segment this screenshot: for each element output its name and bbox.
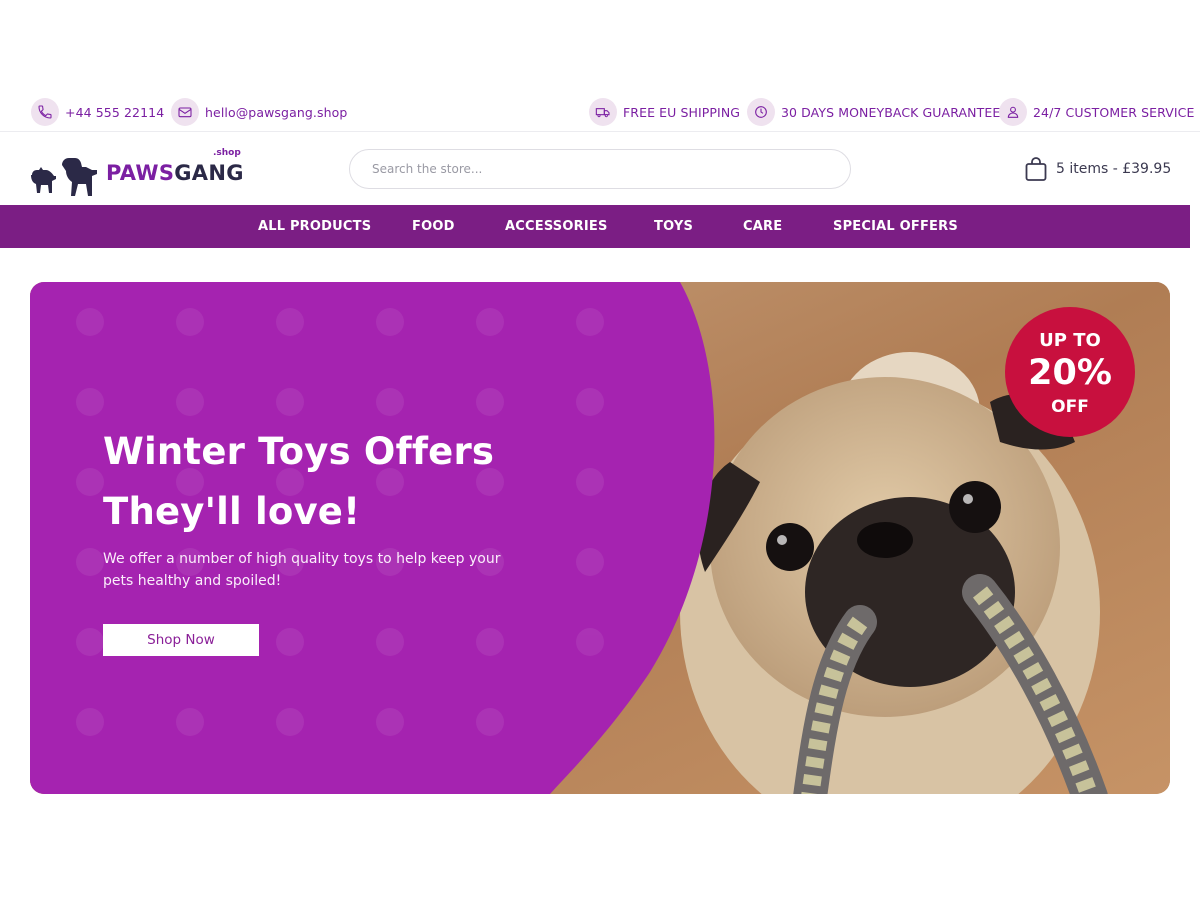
cart-button[interactable]: 5 items - £39.95 xyxy=(1024,155,1171,183)
nav-all-products[interactable]: ALL PRODUCTS xyxy=(258,205,371,248)
logo-wordmark: PAWSGANG xyxy=(106,161,244,185)
email-address: hello@pawsgang.shop xyxy=(205,104,348,120)
person-icon xyxy=(999,98,1027,126)
main-nav: ALL PRODUCTS FOOD ACCESSORIES TOYS CARE … xyxy=(0,205,1190,248)
top-info-bar: +44 555 22114 hello@pawsgang.shop FREE E… xyxy=(0,92,1200,132)
service-text: 24/7 CUSTOMER SERVICE xyxy=(1033,104,1195,120)
service-info: 24/7 CUSTOMER SERVICE xyxy=(999,97,1194,127)
badge-up-to: UP TO xyxy=(1039,330,1101,351)
guarantee-info: 30 DAYS MONEYBACK GUARANTEE xyxy=(747,97,1000,127)
logo-gang: GANG xyxy=(174,161,244,185)
shop-now-button[interactable]: Shop Now xyxy=(103,624,259,656)
logo-paws: PAWS xyxy=(106,161,175,185)
discount-badge: UP TO 20% OFF xyxy=(1005,307,1135,437)
badge-off: OFF xyxy=(1051,397,1089,417)
cart-summary: 5 items - £39.95 xyxy=(1056,161,1172,177)
hero-description: We offer a number of high quality toys t… xyxy=(103,551,501,589)
truck-icon xyxy=(589,98,617,126)
pawsgang-logo[interactable]: PAWSGANG .shop xyxy=(28,143,248,196)
badge-percent: 20% xyxy=(1028,353,1112,393)
search-input[interactable] xyxy=(349,149,851,189)
hero-title: Winter Toys Offers They'll love! xyxy=(103,422,494,542)
nav-care[interactable]: CARE xyxy=(743,205,782,248)
logo-subdomain: .shop xyxy=(213,148,241,158)
envelope-icon xyxy=(171,98,199,126)
hero-title-line2: They'll love! xyxy=(103,490,361,533)
hero-title-line1: Winter Toys Offers xyxy=(103,430,495,473)
hero-banner: Winter Toys Offers They'll love! We offe… xyxy=(30,282,1170,794)
clock-icon xyxy=(747,98,775,126)
nav-special-offers[interactable]: SPECIAL OFFERS xyxy=(833,205,958,248)
shipping-info: FREE EU SHIPPING xyxy=(589,97,740,127)
nav-food[interactable]: FOOD xyxy=(412,205,455,248)
phone-contact[interactable]: +44 555 22114 xyxy=(31,97,164,127)
nav-toys[interactable]: TOYS xyxy=(654,205,693,248)
dogs-logo-icon xyxy=(31,158,97,196)
shipping-text: FREE EU SHIPPING xyxy=(623,104,741,120)
site-header: PAWSGANG .shop 5 items - £39.95 xyxy=(0,133,1200,205)
phone-icon xyxy=(31,98,59,126)
phone-number: +44 555 22114 xyxy=(65,104,165,120)
guarantee-text: 30 DAYS MONEYBACK GUARANTEE xyxy=(781,104,1001,120)
shopping-bag-icon xyxy=(1025,157,1047,181)
nav-accessories[interactable]: ACCESSORIES xyxy=(505,205,608,248)
email-contact[interactable]: hello@pawsgang.shop xyxy=(171,97,347,127)
